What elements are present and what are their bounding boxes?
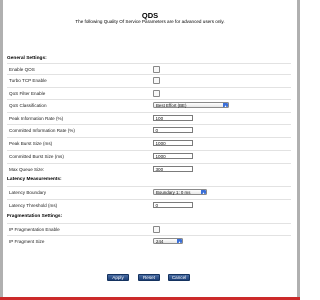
reset-button[interactable]: Reset bbox=[138, 274, 160, 281]
qos-classification-value: Best Effort (BE) bbox=[156, 102, 187, 108]
qos-classification-select[interactable]: Best Effort (BE) ▴ bbox=[153, 101, 229, 108]
qos-filter-row: QoS Filter Enable bbox=[7, 87, 291, 98]
turbo-tcp-row: Turbo TCP Enable bbox=[7, 74, 291, 85]
max-queue-row: Max Queue Size: 300 bbox=[7, 163, 291, 174]
apply-button[interactable]: Apply bbox=[107, 274, 129, 281]
committed-burst-input[interactable]: 1000 bbox=[153, 152, 193, 159]
chevron-updown-icon: ▴ bbox=[177, 238, 182, 244]
peak-info-rate-row: Peak Information Rate (%) 100 bbox=[7, 112, 291, 123]
turbo-tcp-checkbox[interactable] bbox=[153, 77, 160, 84]
peak-info-rate-input[interactable]: 100 bbox=[153, 114, 193, 121]
max-queue-label: Max Queue Size: bbox=[9, 166, 45, 172]
enable-qos-label: Enable QOS bbox=[9, 66, 35, 72]
fragmentation-heading: Fragmentation Settings: bbox=[7, 214, 63, 219]
ip-frag-enable-label: IP Fragmentation Enable bbox=[9, 226, 60, 232]
chevron-updown-icon: ▴ bbox=[223, 102, 228, 108]
latency-threshold-row: Latency Threshold (ms) 0 bbox=[7, 199, 291, 210]
committed-info-rate-row: Committed Information Rate (%) 0 bbox=[7, 124, 291, 135]
qos-filter-label: QoS Filter Enable bbox=[9, 90, 46, 96]
ip-frag-size-row: IP Fragment Size 244 ▴ bbox=[7, 235, 291, 246]
latency-boundary-label: Latency Boundary bbox=[9, 189, 47, 195]
window-right-border bbox=[297, 0, 300, 300]
enable-qos-row: Enable QOS bbox=[7, 63, 291, 74]
qos-filter-checkbox[interactable] bbox=[153, 90, 160, 97]
chevron-updown-icon: ▴ bbox=[201, 189, 206, 195]
general-settings-heading: General Settings: bbox=[7, 56, 47, 61]
action-buttons: Apply Reset Cancel bbox=[0, 274, 300, 282]
latency-boundary-select[interactable]: Boundary 1: 0 ms ▴ bbox=[153, 188, 207, 195]
peak-info-rate-label: Peak Information Rate (%) bbox=[9, 115, 64, 121]
latency-boundary-value: Boundary 1: 0 ms bbox=[156, 189, 191, 195]
page-subtitle: The following Quality Of Service Paramet… bbox=[75, 19, 225, 24]
ip-frag-size-select[interactable]: 244 ▴ bbox=[153, 237, 183, 244]
ip-frag-enable-checkbox[interactable] bbox=[153, 226, 160, 233]
latency-boundary-row: Latency Boundary Boundary 1: 0 ms ▴ bbox=[7, 186, 291, 197]
committed-info-rate-label: Committed Information Rate (%) bbox=[9, 127, 75, 133]
ip-frag-enable-row: IP Fragmentation Enable bbox=[7, 223, 291, 234]
peak-burst-input[interactable]: 1000 bbox=[153, 139, 193, 146]
enable-qos-checkbox[interactable] bbox=[153, 66, 160, 73]
ip-frag-size-value: 244 bbox=[156, 238, 164, 244]
qos-classification-row: QoS Classification Best Effort (BE) ▴ bbox=[7, 99, 291, 110]
window-left-border bbox=[0, 0, 3, 300]
turbo-tcp-label: Turbo TCP Enable bbox=[9, 77, 47, 83]
qos-classification-label: QoS Classification bbox=[9, 102, 47, 108]
latency-threshold-input[interactable]: 0 bbox=[153, 201, 193, 208]
peak-burst-row: Peak Burst Size (ms) 1000 bbox=[7, 137, 291, 148]
latency-heading: Latency Measurements: bbox=[7, 177, 62, 182]
committed-burst-label: Committed Burst Size (ms) bbox=[9, 153, 64, 159]
ip-frag-size-label: IP Fragment Size bbox=[9, 238, 45, 244]
cancel-button[interactable]: Cancel bbox=[168, 274, 190, 281]
peak-burst-label: Peak Burst Size (ms) bbox=[9, 140, 53, 146]
max-queue-input[interactable]: 300 bbox=[153, 165, 193, 172]
committed-burst-row: Committed Burst Size (ms) 1000 bbox=[7, 150, 291, 161]
committed-info-rate-input[interactable]: 0 bbox=[153, 126, 193, 133]
latency-threshold-label: Latency Threshold (ms) bbox=[9, 202, 58, 208]
